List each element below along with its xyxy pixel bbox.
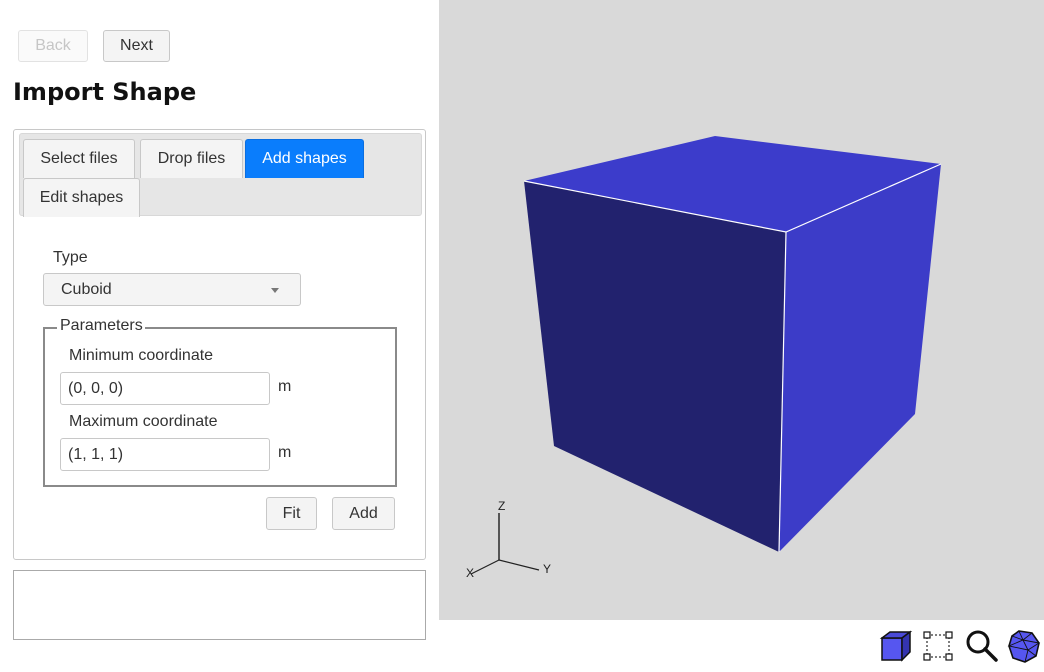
chevron-down-icon: [271, 288, 279, 293]
tab-edit-shapes[interactable]: Edit shapes: [23, 178, 140, 217]
fit-button[interactable]: Fit: [266, 497, 317, 530]
next-button[interactable]: Next: [103, 30, 170, 62]
box-select-icon: [923, 631, 953, 661]
min-coordinate-input[interactable]: [60, 372, 270, 405]
tab-bar: Select files Drop files Add shapes Edit …: [19, 133, 422, 217]
zoom-button[interactable]: [964, 628, 1000, 664]
tab-drop-files[interactable]: Drop files: [140, 139, 243, 178]
min-coordinate-label: Minimum coordinate: [69, 347, 214, 364]
parameters-fieldset: Parameters Minimum coordinate m Maximum …: [43, 317, 397, 487]
axis-y-label: Y: [543, 562, 551, 576]
axis-z-label: Z: [498, 499, 505, 513]
axis-x-label: X: [466, 566, 474, 580]
type-label: Type: [53, 249, 88, 266]
type-select[interactable]: Cuboid: [43, 273, 301, 306]
max-unit-label: m: [278, 444, 292, 461]
zoom-icon: [966, 630, 998, 662]
max-coordinate-label: Maximum coordinate: [69, 413, 218, 430]
solid-view-button[interactable]: [878, 628, 914, 664]
back-button[interactable]: Back: [18, 30, 88, 62]
tab-add-shapes[interactable]: Add shapes: [245, 139, 364, 178]
page-title: Import Shape: [13, 78, 197, 106]
mesh-view-icon: [1007, 630, 1041, 663]
type-select-value: Cuboid: [61, 281, 112, 298]
axes-indicator: Z Y X: [466, 499, 551, 580]
parameters-legend: Parameters: [59, 317, 144, 335]
3d-viewport[interactable]: Z Y X: [439, 0, 1044, 620]
log-area: [13, 570, 426, 640]
tab-select-files[interactable]: Select files: [23, 139, 135, 178]
box-select-button[interactable]: [920, 628, 956, 664]
max-coordinate-input[interactable]: [60, 438, 270, 471]
add-button[interactable]: Add: [332, 497, 395, 530]
solid-view-icon: [879, 630, 913, 662]
import-panel: Select files Drop files Add shapes Edit …: [13, 129, 426, 560]
mesh-view-button[interactable]: [1006, 628, 1042, 664]
cube-face-left: [524, 181, 786, 552]
min-unit-label: m: [278, 378, 292, 395]
view-toolbar: [878, 628, 1044, 666]
